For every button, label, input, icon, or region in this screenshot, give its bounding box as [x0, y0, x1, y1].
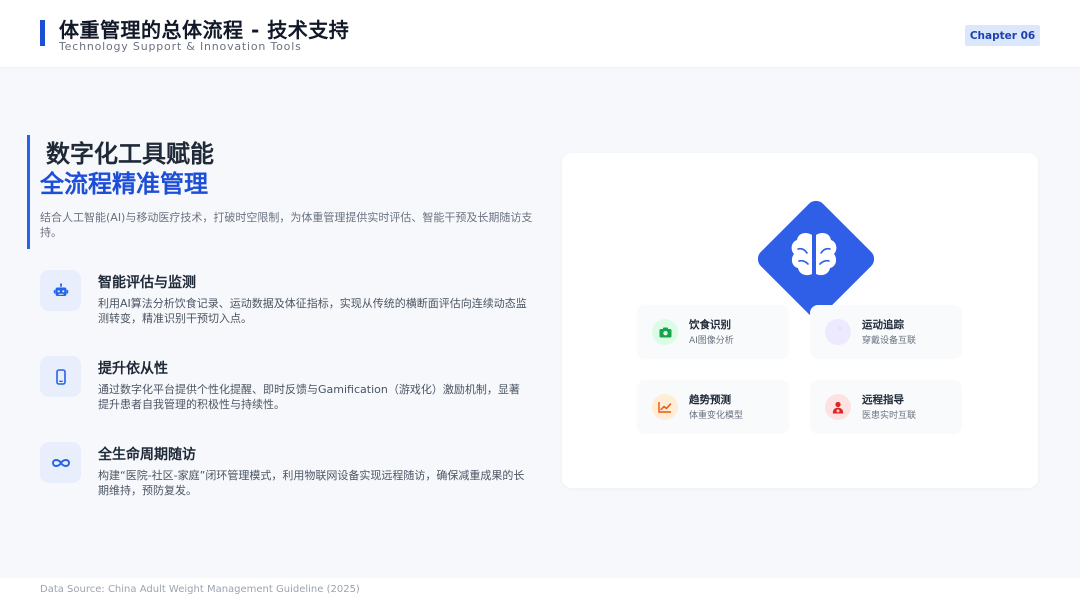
infinity-icon	[40, 442, 81, 483]
doctor-icon	[825, 394, 851, 420]
slide: 体重管理的总体流程 - 技术支持 Technology Support & In…	[0, 0, 1080, 608]
feature-description: 构建“医院-社区-家庭”闭环管理模式，利用物联网设备实现远程随访，确保减重成果的…	[98, 469, 525, 497]
feature-description: 通过数字化平台提供个性化提醒、即时反馈与Gamification（游戏化）激励机…	[98, 383, 520, 411]
feature-compliance: 提升依从性 通过数字化平台提供个性化提醒、即时反馈与Gamification（游…	[40, 356, 540, 426]
hero-description: 结合人工智能(AI)与移动医疗技术，打破时空限制，为体重管理提供实时评估、智能干…	[40, 211, 533, 239]
feature-description: 利用AI算法分析饮食记录、运动数据及体征指标，实现从传统的横断面评估向连续动态监…	[98, 297, 527, 325]
brain-icon	[791, 232, 837, 276]
feature-title: 智能评估与监测	[98, 275, 196, 291]
feature-smart-assessment: 智能评估与监测 利用AI算法分析饮食记录、运动数据及体征指标，实现从传统的横断面…	[40, 270, 540, 340]
mobile-phone-icon	[40, 356, 81, 397]
feature-title: 提升依从性	[98, 361, 168, 377]
data-source-note: Data Source: China Adult Weight Manageme…	[40, 584, 360, 595]
page-subtitle: Technology Support & Innovation Tools	[59, 40, 302, 53]
header-accent-bar	[40, 20, 45, 46]
tile-title: 远程指导	[862, 394, 904, 406]
tile-diet-recognition: 饮食识别 AI图像分析	[637, 305, 789, 359]
footer: Data Source: China Adult Weight Manageme…	[0, 578, 1080, 608]
tile-title: 运动追踪	[862, 319, 904, 331]
header: 体重管理的总体流程 - 技术支持 Technology Support & In…	[0, 0, 1080, 68]
tile-title: 趋势预测	[689, 394, 731, 406]
tile-subtitle: AI图像分析	[689, 336, 734, 346]
robot-icon	[40, 270, 81, 311]
tile-title: 饮食识别	[689, 319, 731, 331]
running-icon	[825, 319, 851, 345]
feature-lifecycle-followup: 全生命周期随访 构建“医院-社区-家庭”闭环管理模式，利用物联网设备实现远程随访…	[40, 442, 540, 512]
feature-title: 全生命周期随访	[98, 447, 196, 463]
hero-accent-bar	[27, 135, 30, 249]
tile-exercise-tracking: 运动追踪 穿戴设备互联	[810, 305, 962, 359]
tile-subtitle: 体重变化模型	[689, 411, 744, 421]
camera-icon	[652, 319, 678, 345]
tile-subtitle: 穿戴设备互联	[862, 336, 917, 346]
center-diamond	[752, 195, 879, 322]
tile-subtitle: 医患实时互联	[862, 411, 917, 421]
chart-line-icon	[652, 394, 678, 420]
tile-remote-guidance: 远程指导 医患实时互联	[810, 380, 962, 434]
hero-heading-line2: 全流程精准管理	[40, 170, 208, 198]
chapter-badge: Chapter 06	[965, 25, 1040, 46]
page-title: 体重管理的总体流程 - 技术支持	[59, 18, 350, 42]
tile-trend-prediction: 趋势预测 体重变化模型	[637, 380, 789, 434]
